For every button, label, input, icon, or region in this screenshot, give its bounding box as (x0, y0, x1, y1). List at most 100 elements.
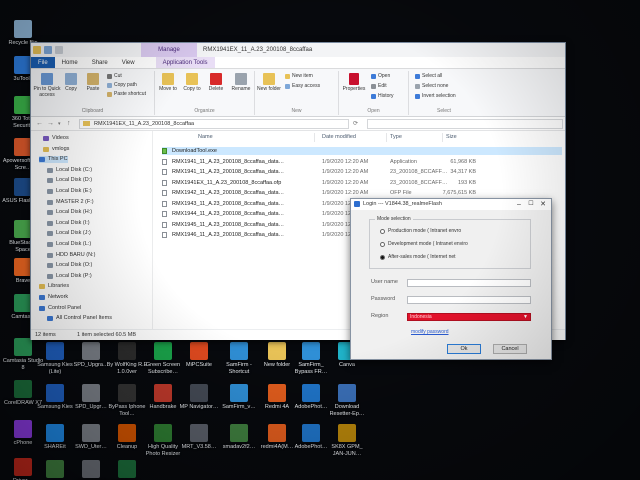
nav-item[interactable]: Libraries (39, 283, 69, 290)
file-row[interactable]: RMX1941EX_11_A.23_200108_8ccaffaa.ofp 1/9… (162, 179, 562, 187)
edit-button[interactable]: Edit (371, 83, 387, 90)
nav-item[interactable]: Videos (43, 135, 69, 142)
password-field[interactable] (407, 296, 531, 304)
address-bar[interactable]: RMX1941EX_11_A.23_200108_8ccaffaa (79, 119, 349, 129)
delete-button[interactable]: Delete (205, 73, 227, 92)
desktop-shortcut[interactable]: smadav2f2… (218, 424, 260, 451)
cut-button[interactable]: Cut (107, 73, 122, 80)
file-row[interactable]: DownloadTool.exe (162, 147, 562, 155)
refresh-icon[interactable]: ⟳ (353, 119, 358, 129)
new-item-button[interactable]: New item (285, 73, 313, 80)
cancel-button[interactable]: Cancel (493, 344, 527, 354)
column-size[interactable]: Size (446, 134, 457, 140)
pin-quick-access-button[interactable]: Pin to Quick access (33, 73, 61, 98)
move-to-button[interactable]: Move to (157, 73, 179, 92)
nav-item[interactable]: Local Disk (O:) (47, 262, 92, 269)
properties-icon[interactable] (44, 46, 52, 54)
mode-radio[interactable]: After-sales mode ( Internet net (380, 254, 456, 261)
file-size: 7,675,615 KB (442, 190, 476, 196)
desktop-shortcut[interactable]: CorelDRAW… (106, 460, 148, 480)
nav-item[interactable]: Local Disk (H:) (47, 209, 92, 216)
manage-tab[interactable]: Manage (141, 43, 197, 57)
nav-item[interactable]: Local Disk (P:) (47, 273, 92, 280)
nav-item[interactable]: This PC (39, 156, 68, 164)
paste-button[interactable]: Paste (83, 73, 103, 92)
open-button[interactable]: Open (371, 73, 390, 80)
desktop-shortcut[interactable]: SamFirm - Shortcut (218, 342, 260, 375)
up-arrow-icon[interactable]: ↑ (67, 119, 71, 129)
mode-radio[interactable]: Production mode ( Intranet envro (380, 228, 461, 235)
drive-icon (47, 273, 53, 279)
username-field[interactable] (407, 279, 531, 287)
select-none-button[interactable]: Select none (415, 83, 448, 90)
properties-button[interactable]: Properties (341, 73, 367, 92)
history-button[interactable]: History (371, 93, 394, 100)
desktop-shortcut[interactable]: Download Resetter-Ep… (326, 384, 368, 417)
column-type[interactable]: Type (390, 134, 402, 140)
nav-item[interactable]: Local Disk (D:) (47, 177, 92, 184)
nav-item[interactable]: Local Disk (J:) (47, 230, 91, 237)
copy-path-button[interactable]: Copy path (107, 82, 137, 89)
column-date[interactable]: Date modified (322, 134, 356, 140)
save-icon[interactable] (33, 46, 41, 54)
file-name: RMX1946_11_A.23_200108_8ccaffaa_data… (172, 232, 285, 238)
file-name: RMX1941_11_A.23_200108_8ccaffaa_data… (172, 169, 285, 175)
file-row[interactable]: RMX1941_11_A.23_200108_8ccaffaa_data… 1/9… (162, 158, 562, 166)
folder-icon (43, 136, 49, 141)
mode-selection-group: Mode selection Production mode ( Intrane… (369, 216, 531, 269)
close-icon[interactable]: ✕ (537, 199, 549, 210)
tab-application-tools[interactable]: Application Tools (155, 57, 215, 68)
modify-password-link[interactable]: modify password (411, 329, 449, 335)
column-name[interactable]: Name (198, 134, 213, 140)
dialog-titlebar[interactable]: Login --- V1844.38_realmeFlash – ☐ ✕ (351, 199, 551, 210)
rename-button[interactable]: Rename (229, 73, 253, 92)
nav-item[interactable]: HDD BARU (N:) (47, 252, 95, 259)
nav-item[interactable]: All Control Panel Items (47, 315, 112, 322)
forward-arrow-icon[interactable]: → (47, 119, 54, 129)
explorer-titlebar[interactable]: Manage RMX1941EX_11_A.23_200108_8ccaffaa (31, 43, 565, 57)
easy-access-button[interactable]: Easy access (285, 83, 320, 90)
nav-item[interactable]: Control Panel (39, 305, 81, 312)
column-divider[interactable] (314, 133, 315, 142)
maximize-icon[interactable]: ☐ (525, 199, 537, 210)
chevron-down-icon[interactable]: ▾ (58, 119, 61, 129)
invert-selection-button[interactable]: Invert selection (415, 93, 456, 100)
tab-share[interactable]: Share (85, 57, 115, 68)
tab-home[interactable]: Home (55, 57, 85, 68)
desktop-shortcut[interactable]: MiPCSuite (178, 342, 220, 369)
desktop-shortcut[interactable]: MP Navigator… (178, 384, 220, 411)
region-select[interactable]: Indonesia ▼ (407, 313, 531, 321)
nav-item[interactable]: vmlogs (43, 146, 69, 153)
new-folder-button[interactable]: New folder (257, 73, 281, 92)
navigation-pane[interactable]: Videos vmlogs This PC Local Disk (C:) Local … (31, 131, 153, 329)
desktop-shortcut[interactable]: SK8X GPM_ JAN-JUN… (326, 424, 368, 457)
tab-file[interactable]: File (31, 57, 55, 68)
tab-view[interactable]: View (115, 57, 142, 68)
paste-shortcut-button[interactable]: Paste shortcut (107, 91, 146, 98)
undo-icon[interactable] (55, 46, 63, 54)
app-shortcut-icon (82, 460, 100, 478)
mode-radio[interactable]: Development mode ( Intranet enviro (380, 241, 468, 248)
column-divider[interactable] (386, 133, 387, 142)
nav-item[interactable]: Local Disk (L:) (47, 241, 91, 248)
desktop-shortcut[interactable]: SamFirm_v… (218, 384, 260, 411)
nav-item[interactable]: Local Disk (I:) (47, 220, 90, 227)
drive-icon (47, 178, 53, 184)
file-row[interactable]: RMX1941_11_A.23_200108_8ccaffaa_data… 1/9… (162, 168, 562, 176)
select-all-button[interactable]: Select all (415, 73, 442, 80)
column-divider[interactable] (442, 133, 443, 142)
nav-item[interactable]: MASTER 2 (F:) (47, 199, 94, 206)
nav-item[interactable]: Network (39, 294, 68, 301)
nav-item[interactable]: Local Disk (C:) (47, 167, 92, 174)
desktop-shortcut[interactable]: MRT_V3.58… (178, 424, 220, 451)
nav-item[interactable]: Local Disk (E:) (47, 188, 92, 195)
back-arrow-icon[interactable]: ← (36, 119, 43, 129)
easy-access-icon (285, 84, 290, 89)
copy-button[interactable]: Copy (61, 73, 81, 92)
copy-to-button[interactable]: Copy to (181, 73, 203, 92)
nav-item-label: Network (48, 294, 69, 300)
minimize-icon[interactable]: – (513, 199, 525, 210)
search-input[interactable] (367, 119, 563, 129)
file-row[interactable]: RMX1942_11_A.23_200108_8ccaffaa_data… 1/9… (162, 189, 562, 197)
ok-button[interactable]: Ok (447, 344, 481, 354)
